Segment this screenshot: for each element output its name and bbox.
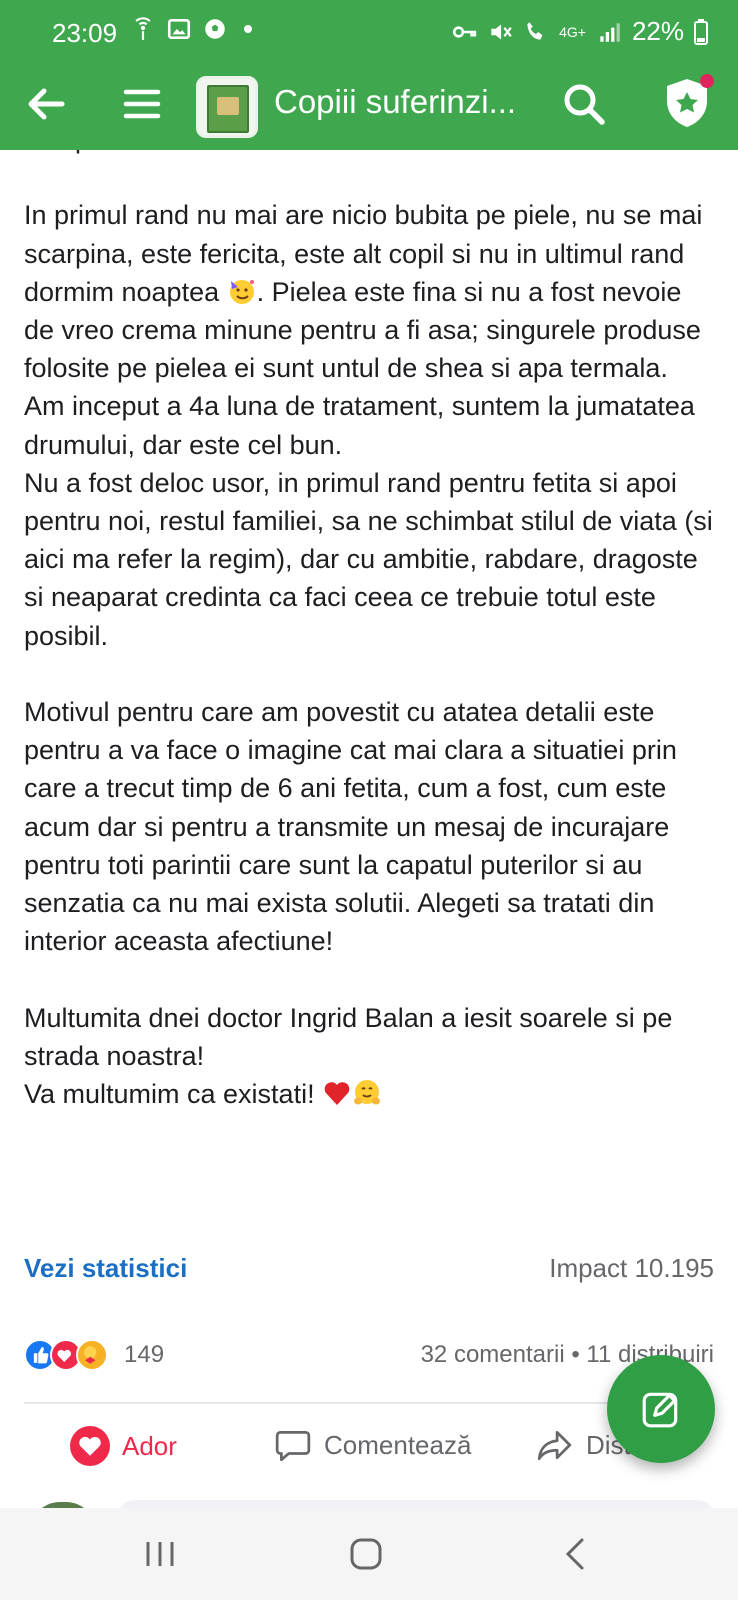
post-stats-row: Vezi statistici Impact 10.195 bbox=[24, 1253, 714, 1293]
ador-button[interactable]: Ador bbox=[70, 1426, 177, 1466]
search-icon[interactable] bbox=[560, 80, 608, 128]
status-time: 23:09 bbox=[52, 18, 118, 48]
wifi-call-icon bbox=[527, 21, 543, 40]
book-cover-image bbox=[207, 85, 249, 133]
network-type: 4G+ bbox=[559, 23, 586, 40]
menu-icon[interactable] bbox=[122, 84, 162, 124]
group-title[interactable]: Copiii suferinzi... bbox=[274, 83, 516, 121]
reaction-count[interactable]: 149 bbox=[124, 1341, 164, 1369]
post-paragraph-last: Va multumim ca existati! bbox=[24, 1075, 714, 1113]
reaction-icons[interactable] bbox=[24, 1339, 108, 1371]
nav-back-icon[interactable] bbox=[556, 1534, 596, 1574]
recent-apps-icon[interactable] bbox=[140, 1534, 180, 1574]
hotspot-icon bbox=[135, 17, 151, 40]
group-avatar[interactable] bbox=[196, 76, 258, 138]
ador-label: Ador bbox=[122, 1430, 177, 1461]
compose-fab-button[interactable] bbox=[607, 1355, 715, 1463]
signal-icon bbox=[600, 22, 620, 42]
edit-pencil-icon bbox=[642, 1392, 678, 1428]
post-text-thanks: Va multumim ca existati! bbox=[24, 1079, 315, 1110]
back-arrow-icon[interactable] bbox=[22, 80, 70, 128]
post-paragraph: Am inceput a 4a luna de tratament, sunte… bbox=[24, 391, 703, 460]
status-left-icons bbox=[130, 16, 252, 42]
home-icon[interactable] bbox=[346, 1534, 386, 1574]
app-bar: Copiii suferinzi... bbox=[0, 66, 738, 150]
post-paragraph: Multumita dnei doctor Ingrid Balan a ies… bbox=[24, 1002, 680, 1071]
heart-icon bbox=[70, 1426, 110, 1466]
impact-count: Impact 10.195 bbox=[549, 1253, 714, 1283]
status-right-icons: 4G+ 22% bbox=[451, 16, 708, 47]
notification-dot bbox=[244, 25, 252, 33]
top-header: 23:09 4G+ 22% Copiii suferinzi... bbox=[0, 0, 738, 150]
status-bar: 23:09 4G+ 22% bbox=[0, 0, 738, 66]
care-reaction-icon bbox=[76, 1339, 108, 1371]
mute-icon bbox=[491, 23, 512, 40]
battery-icon bbox=[694, 18, 708, 45]
battery-percent: 22% bbox=[631, 16, 684, 46]
red-heart-emoji-icon bbox=[324, 1082, 350, 1106]
comment-button[interactable]: Comentează bbox=[274, 1426, 471, 1464]
key-icon bbox=[453, 25, 477, 38]
party-face-emoji-icon bbox=[229, 279, 254, 304]
comment-label: Comentează bbox=[324, 1429, 472, 1460]
share-arrow-icon bbox=[537, 1430, 572, 1461]
reactions-row[interactable]: 149 32 comentarii • 11 distribuiri bbox=[24, 1339, 714, 1379]
gallery-icon bbox=[167, 19, 191, 39]
android-nav-bar bbox=[0, 1508, 738, 1600]
post-body: sa apara... Si sunt fantastice. In primu… bbox=[24, 120, 714, 1113]
view-statistics-link[interactable]: Vezi statistici bbox=[24, 1253, 187, 1284]
post-paragraph: In primul rand nu mai are nicio bubita p… bbox=[24, 196, 714, 387]
post-paragraph: Nu a fost deloc usor, in primul rand pen… bbox=[24, 467, 721, 651]
post-paragraph: Motivul pentru care am povestit cu atate… bbox=[24, 697, 685, 957]
admin-alert-badge bbox=[700, 74, 714, 88]
football-icon bbox=[205, 19, 225, 39]
comment-bubble-icon bbox=[275, 1430, 311, 1462]
hugging-face-emoji-icon bbox=[354, 1080, 381, 1105]
